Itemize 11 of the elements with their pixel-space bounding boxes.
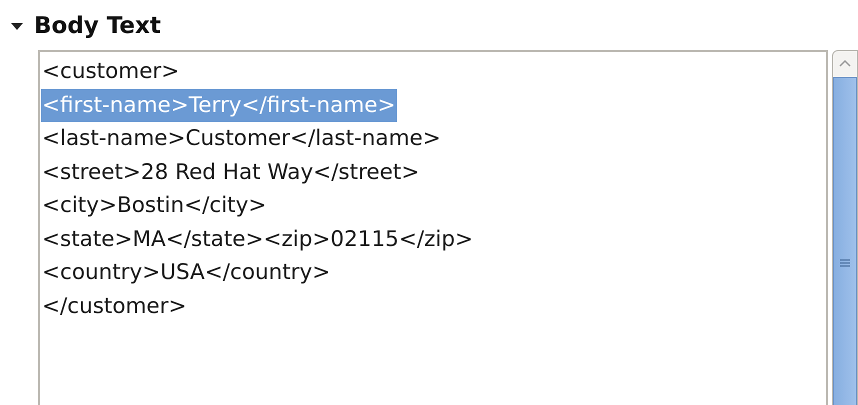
- text-line: <street>28 Red Hat Way</street>: [41, 158, 420, 186]
- text-line: <city>Bostin</city>: [41, 192, 268, 220]
- text-line: <country>USA</country>: [41, 259, 332, 287]
- grip-icon: [840, 258, 850, 268]
- text-line: <state>MA</state><zip>02115</zip>: [41, 226, 474, 254]
- section-title: Body Text: [34, 13, 161, 39]
- text-line: <customer>: [41, 58, 180, 86]
- expanded-arrow-icon[interactable]: [10, 21, 24, 31]
- text-area[interactable]: <customer> <first-name>Terry</first-name> <last-name>Customer</last-name> <street>28 Red Hat Way</street> <city>Bostin</city> <state>MA</state><zip>02115</zip> <country>USA</country> </customer>: [38, 50, 828, 405]
- text-line: </customer>: [41, 292, 188, 320]
- text-line: <last-name>Customer</last-name>: [41, 125, 442, 153]
